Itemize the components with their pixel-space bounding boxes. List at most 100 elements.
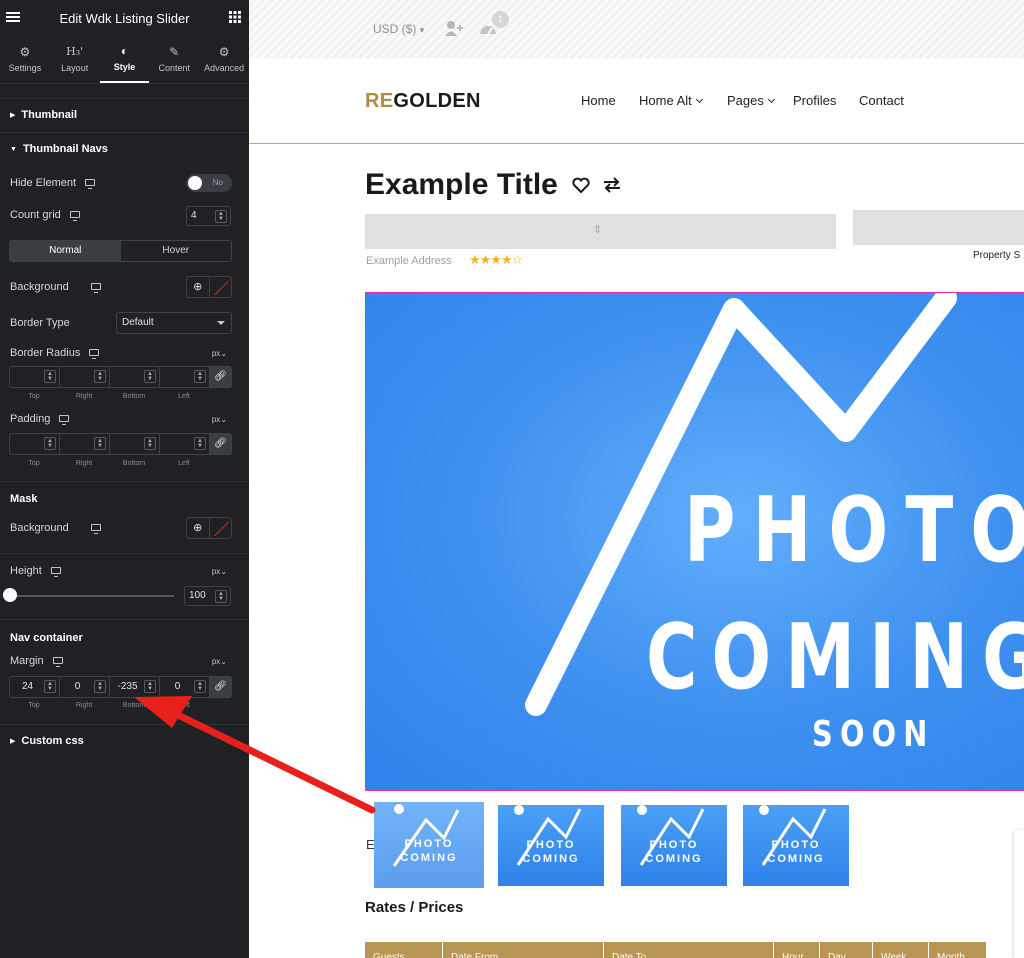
listing-title: Example Title <box>365 168 621 202</box>
padding-unit[interactable]: px⌄ <box>212 415 227 424</box>
border-type-label: Border Type <box>10 317 70 329</box>
heart-icon[interactable] <box>572 177 590 194</box>
background-type-control: ⊕ <box>186 276 232 298</box>
stepper-icon[interactable]: ▲ ▼ <box>44 437 56 450</box>
padding-left[interactable]: ▲ ▼ <box>160 434 210 454</box>
tab-advanced[interactable]: ⚙ Advanced <box>199 36 249 83</box>
mask-background-text: Background <box>10 522 69 534</box>
margin-right[interactable]: 0 ▲ ▼ <box>60 677 110 697</box>
stepper-icon[interactable]: ▲ ▼ <box>194 437 206 450</box>
height-text: Height <box>10 565 42 577</box>
link-values-icon[interactable]: 🔗︎ <box>210 367 231 387</box>
responsive-desktop-icon[interactable] <box>69 211 80 221</box>
currency-switcher[interactable]: USD ($) ▾ <box>373 22 424 36</box>
responsive-desktop-icon[interactable] <box>89 349 100 359</box>
responsive-desktop-icon[interactable] <box>90 524 101 534</box>
compare-arrows-icon[interactable] <box>603 177 621 193</box>
responsive-desktop-icon[interactable] <box>59 415 70 425</box>
responsive-desktop-icon[interactable] <box>90 283 101 293</box>
stepper-icon[interactable]: ▲ ▼ <box>94 437 106 450</box>
tab-content[interactable]: ✎ Content <box>149 36 199 83</box>
height-input[interactable]: 100 ▲ ▼ <box>184 586 231 606</box>
no-color-swatch[interactable] <box>210 277 232 297</box>
toggle-state-text: No <box>212 178 223 187</box>
stepper-icon[interactable]: ▲ ▼ <box>94 370 106 383</box>
thumbnail-4[interactable]: PHOTO COMING <box>743 805 849 886</box>
widgets-grid-icon[interactable] <box>229 10 241 26</box>
nav-home[interactable]: Home <box>581 93 616 108</box>
thumb-photo-text: PHOTO <box>771 839 821 851</box>
responsive-desktop-icon[interactable] <box>52 657 63 667</box>
stepper-icon[interactable]: ▲ ▼ <box>144 437 156 450</box>
tab-layout[interactable]: H₃' Layout <box>50 36 100 83</box>
section-thumbnail-navs-header[interactable]: ▼ Thumbnail Navs <box>10 143 108 155</box>
nav-contact[interactable]: Contact <box>859 93 904 108</box>
editor-panel: Edit Wdk Listing Slider ⚙ Settings H₃' L… <box>0 0 249 958</box>
stepper-icon[interactable]: ▲ ▼ <box>44 680 56 693</box>
border-type-select[interactable]: Default <box>116 312 232 334</box>
margin-left[interactable]: 0 ▲ ▼ <box>160 677 210 697</box>
globe-icon[interactable]: ⊕ <box>187 277 210 297</box>
user-add-icon[interactable] <box>445 20 463 36</box>
clear-slash-icon <box>213 280 229 296</box>
main-listing-image[interactable]: PHOTO COMING SOON <box>365 292 1024 791</box>
padding-right[interactable]: ▲ ▼ <box>60 434 110 454</box>
clear-slash-icon <box>213 521 229 537</box>
height-slider-track[interactable] <box>10 595 174 597</box>
tab-style[interactable]: ◐ Style <box>99 36 150 83</box>
stepper-icon[interactable]: ▲ ▼ <box>144 680 156 693</box>
col-guests: Guests <box>365 942 443 958</box>
border-radius-left[interactable]: ▲ ▼ <box>160 367 210 387</box>
border-radius-bottom[interactable]: ▲ ▼ <box>110 367 160 387</box>
placeholder-bar-right <box>853 210 1024 245</box>
stepper-icon[interactable]: ▲ ▼ <box>194 370 206 383</box>
thumbnail-1[interactable]: PHOTO COMING <box>374 802 484 888</box>
height-unit[interactable]: px⌄ <box>212 567 227 576</box>
border-radius-unit[interactable]: px⌄ <box>212 349 227 358</box>
count-grid-input[interactable]: 4 ▲ ▼ <box>186 206 231 226</box>
resize-handle-icon[interactable]: ⇕ <box>593 223 602 236</box>
no-color-swatch[interactable] <box>210 518 232 538</box>
stepper-icon[interactable]: ▲ ▼ <box>194 680 206 693</box>
stepper-icon[interactable]: ▲ ▼ <box>215 590 227 603</box>
margin-top[interactable]: 24 ▲ ▼ <box>10 677 60 697</box>
margin-unit[interactable]: px⌄ <box>212 657 227 666</box>
section-thumbnail[interactable]: ▶ Thumbnail <box>0 98 249 132</box>
padding-dim-labels: Top Right Bottom Left <box>9 460 209 467</box>
border-radius-right[interactable]: ▲ ▼ <box>60 367 110 387</box>
nav-profiles[interactable]: Profiles <box>793 93 836 108</box>
pencil-icon: ✎ <box>169 45 180 59</box>
margin-dim-labels: Top Right Bottom Left <box>9 702 209 709</box>
link-values-icon[interactable]: 🔗︎ <box>210 677 231 697</box>
stepper-icon[interactable]: ▲ ▼ <box>215 210 227 223</box>
section-nav-container-title: Nav container <box>10 632 83 644</box>
tab-settings[interactable]: ⚙ Settings <box>0 36 50 83</box>
section-custom-css[interactable]: ▶ Custom css <box>0 724 249 764</box>
padding-top[interactable]: ▲ ▼ <box>10 434 60 454</box>
nav-home-alt[interactable]: Home Alt <box>639 93 703 108</box>
globe-icon[interactable]: ⊕ <box>187 518 210 538</box>
dim-label-bottom: Bottom <box>122 393 146 400</box>
stepper-icon[interactable]: ▲ ▼ <box>144 370 156 383</box>
link-values-icon[interactable]: 🔗︎ <box>210 434 231 454</box>
padding-bottom[interactable]: ▲ ▼ <box>110 434 160 454</box>
site-logo[interactable]: REGOLDEN <box>365 90 481 113</box>
tab-hover[interactable]: Hover <box>121 241 232 261</box>
hamburger-menu-icon[interactable] <box>6 11 20 26</box>
caret-right-icon: ▶ <box>10 738 16 745</box>
thumbnail-3[interactable]: PHOTO COMING <box>621 805 727 886</box>
tab-normal[interactable]: Normal <box>10 241 121 261</box>
hide-element-toggle[interactable]: No <box>186 174 232 192</box>
stepper-icon[interactable]: ▲ ▼ <box>44 370 56 383</box>
margin-bottom[interactable]: -235 ▲ ▼ <box>110 677 160 697</box>
thumb-coming-text: COMING <box>645 853 703 865</box>
stepper-icon[interactable]: ▲ ▼ <box>94 680 106 693</box>
height-slider-handle[interactable] <box>3 588 17 602</box>
thumbnail-2[interactable]: PHOTO COMING <box>498 805 604 886</box>
listing-title-text: Example Title <box>365 168 558 201</box>
dim-label-top: Top <box>28 702 40 709</box>
nav-pages[interactable]: Pages <box>727 93 775 108</box>
border-radius-top[interactable]: ▲ ▼ <box>10 367 60 387</box>
responsive-desktop-icon[interactable] <box>50 567 61 577</box>
responsive-desktop-icon[interactable] <box>85 179 96 189</box>
